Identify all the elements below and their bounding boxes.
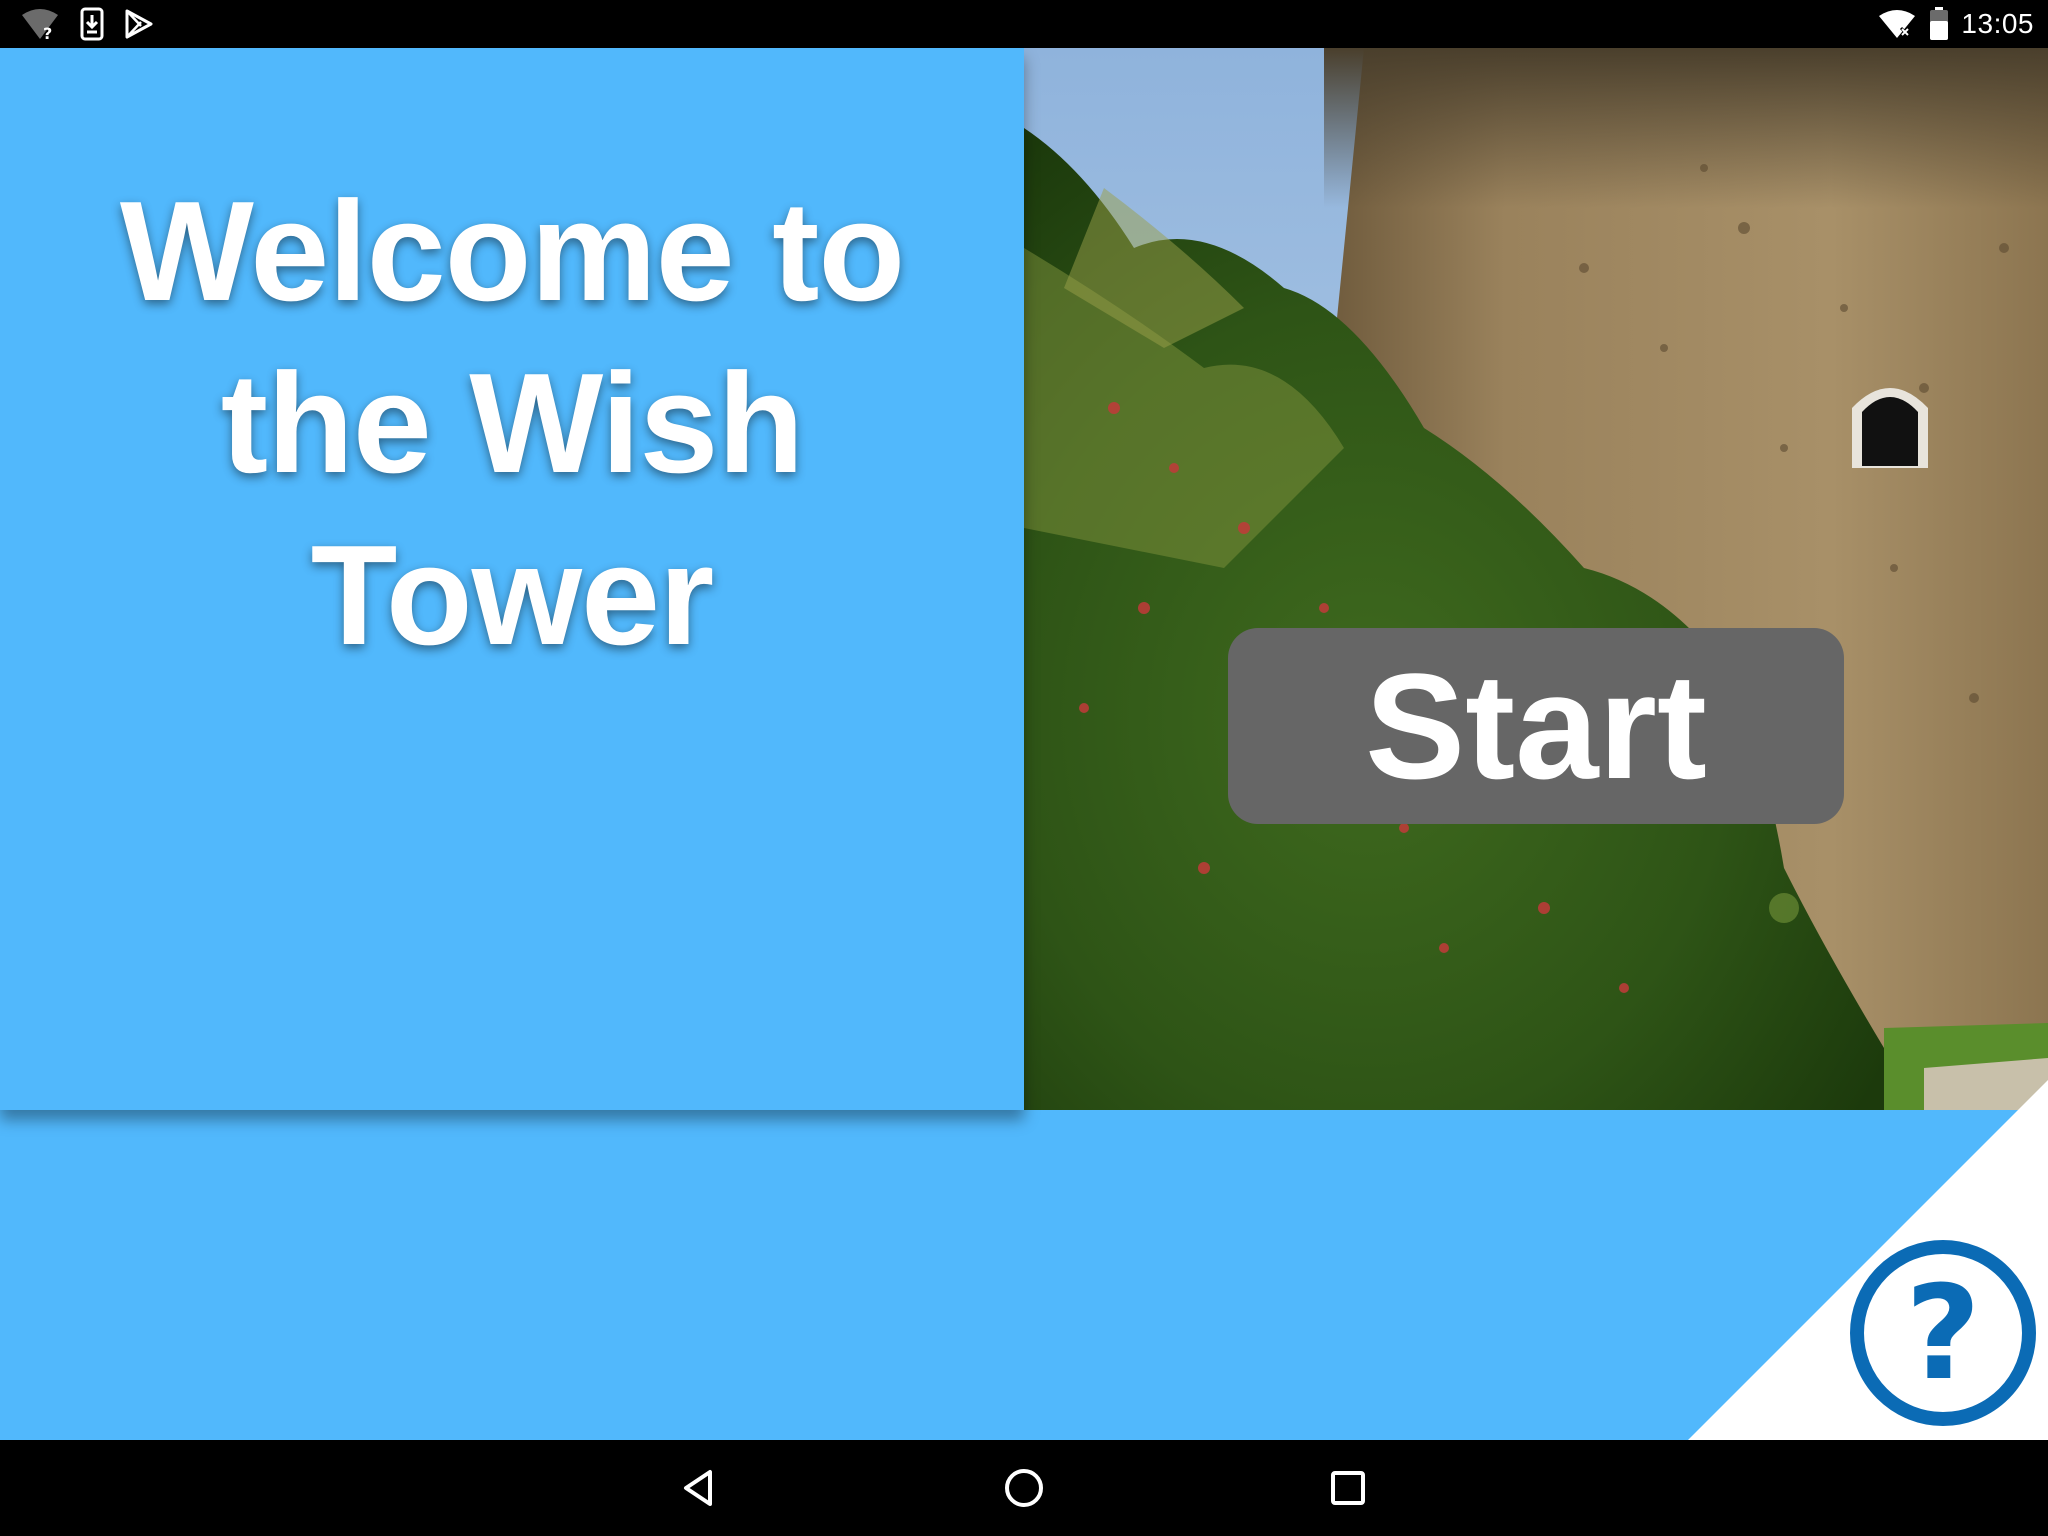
home-icon: [1005, 1469, 1043, 1507]
status-left-icons: ?: [20, 6, 154, 42]
welcome-title: Welcome to the Wish Tower: [40, 166, 984, 682]
status-time: 13:05: [1961, 8, 2034, 39]
question-mark-icon: ?: [1850, 1240, 2036, 1426]
play-store-icon: [124, 9, 154, 39]
wifi-unknown-icon: ?: [20, 7, 60, 41]
app-body: Welcome to the Wish Tower Start ?: [0, 48, 2048, 1440]
welcome-title-line2: the Wish: [220, 344, 804, 503]
welcome-title-line3: Tower: [310, 516, 715, 675]
recents-icon: [1331, 1471, 1365, 1505]
back-button[interactable]: [676, 1464, 724, 1512]
svg-text:?: ?: [43, 24, 52, 41]
help-button[interactable]: ?: [1848, 1238, 2038, 1428]
start-button[interactable]: Start: [1228, 628, 1844, 824]
svg-text:?: ?: [1905, 1257, 1980, 1409]
battery-icon: [1929, 7, 1949, 41]
download-icon: [80, 7, 104, 41]
welcome-panel: Welcome to the Wish Tower: [0, 48, 1024, 1110]
screen: ? 13:05 Welcome to the Wish Tower Start …: [0, 0, 2048, 1536]
navigation-bar: [0, 1440, 2048, 1536]
status-bar: ? 13:05: [0, 0, 2048, 48]
welcome-title-line1: Welcome to: [119, 172, 905, 331]
wish-tower-photo: [1024, 48, 2048, 1110]
recents-button[interactable]: [1324, 1464, 1372, 1512]
status-right-icons: 13:05: [1877, 0, 2034, 48]
back-icon: [684, 1470, 712, 1506]
wifi-no-data-icon: [1877, 8, 1917, 40]
home-button[interactable]: [1000, 1464, 1048, 1512]
